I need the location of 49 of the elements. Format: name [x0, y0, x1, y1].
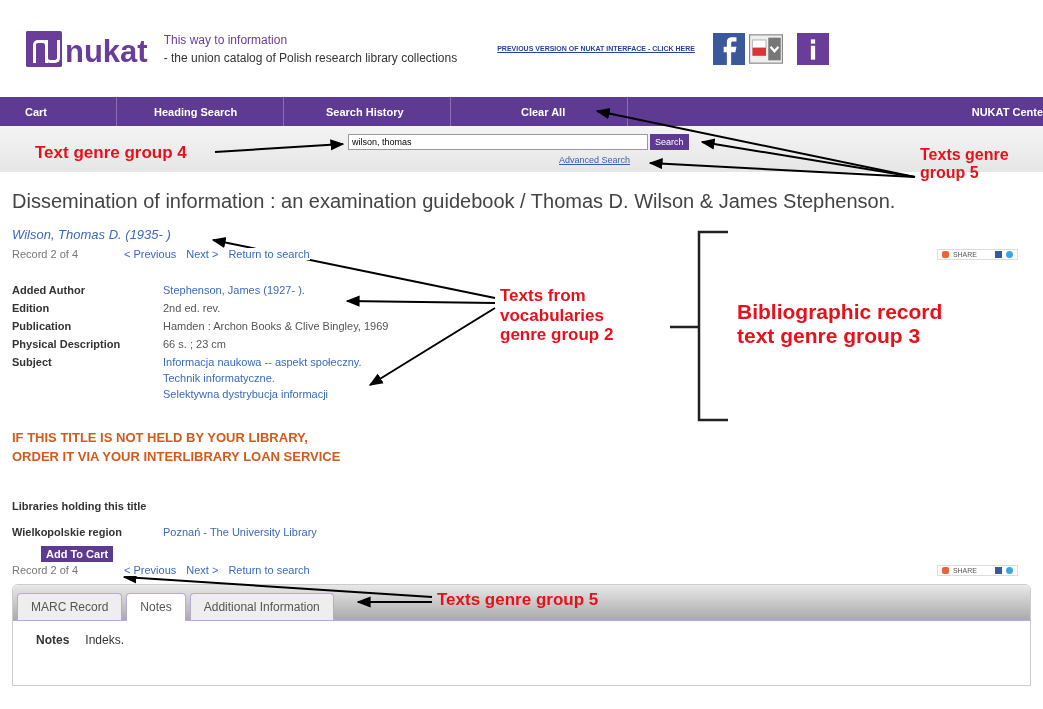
field-link[interactable]: Selektywna dystrybucja informacji	[163, 386, 472, 402]
field-label: Subject	[12, 355, 53, 370]
field-label: Publication	[12, 319, 73, 334]
field-link[interactable]: Technik informatyczne.	[163, 370, 472, 386]
notes-value: Indeks.	[85, 633, 125, 647]
notice-text: ORDER IT VIA YOUR INTERLIBRARY LOAN SERVICE	[12, 449, 342, 464]
tab[interactable]: Notes	[126, 593, 186, 621]
tab[interactable]: MARC Record	[17, 593, 123, 620]
annotation-label: Texts genre group 5	[920, 146, 1010, 183]
field-value: 66 s. ; 23 cm	[163, 337, 227, 352]
next-link[interactable]: Next >	[186, 248, 219, 260]
logo-mark-icon	[26, 30, 62, 67]
return-to-search-link[interactable]: Return to search	[228, 248, 310, 260]
field-link[interactable]: Stephenson, James (1927- ).	[163, 282, 472, 298]
previous-link[interactable]: < Previous	[124, 564, 177, 576]
library-link[interactable]: Poznań - The University Library	[163, 526, 317, 538]
field-label: Physical Description	[12, 337, 122, 352]
nav-item[interactable]: NUKAT Cente	[971, 97, 1043, 126]
field-label: Added Author	[12, 283, 86, 298]
record-count: Record 2 of 4	[12, 564, 80, 576]
search-field[interactable]: wilson, thomas	[348, 134, 648, 150]
subtitle: - the union catalog of Polish research library collections	[163, 50, 458, 65]
return-to-search-link[interactable]: Return to search	[228, 564, 310, 576]
annotation-label: Text genre group 4	[35, 143, 188, 163]
region-label: Wielkopolskie region	[12, 526, 123, 538]
annotation-label: Bibliographic record text genre group 3	[737, 300, 944, 349]
field-link[interactable]: Informacja naukowa -- aspekt społeczny.	[163, 354, 472, 370]
annotation-label: Texts genre group 5	[437, 590, 600, 610]
record-count: Record 2 of 4	[12, 248, 80, 260]
info-icon[interactable]	[797, 32, 829, 65]
field-value: 2nd ed. rev.	[163, 301, 222, 316]
record-title: Dissemination of information : an examination guidebook / Thomas D. Wilson & James Stephenson.	[12, 190, 897, 213]
advanced-search-link[interactable]: Advanced Search	[559, 155, 631, 165]
field-label: Edition	[12, 301, 51, 316]
language-select-icon[interactable]	[749, 33, 783, 64]
facebook-icon[interactable]	[713, 32, 745, 65]
next-link[interactable]: Next >	[186, 564, 219, 576]
logo[interactable]: nukat	[65, 35, 148, 67]
author-link[interactable]: Wilson, Thomas D. (1935- )	[12, 227, 1031, 242]
search-button[interactable]: Search	[650, 134, 689, 150]
annotation-label: Texts from vocabularies genre group 2	[500, 286, 615, 345]
field-value: Hamden : Archon Books & Clive Bingley, 1969	[163, 319, 390, 334]
notes-label: Notes	[36, 633, 70, 647]
tab[interactable]: Additional Information	[189, 593, 334, 620]
tagline: This way to information	[163, 32, 289, 47]
notice-text: IF THIS TITLE IS NOT HELD BY YOUR LIBRARY,	[12, 430, 309, 445]
holdings-heading: Libraries holding this title	[12, 500, 148, 512]
previous-link[interactable]: < Previous	[124, 248, 177, 260]
add-to-cart-button[interactable]: Add To Cart	[41, 546, 114, 562]
